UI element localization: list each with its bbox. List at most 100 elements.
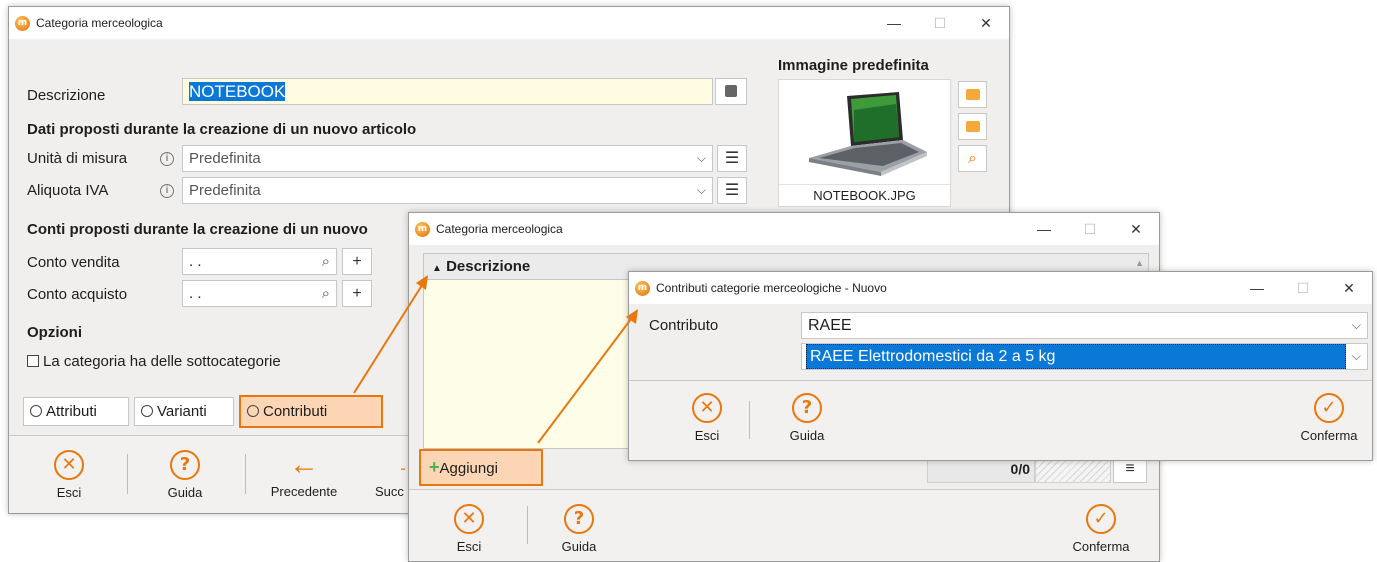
conto-acquisto-input[interactable]: . . ⌕	[182, 280, 337, 307]
app-icon: m	[15, 15, 30, 31]
chevron-down-icon: ⌵	[696, 183, 706, 197]
plus-icon: +	[429, 457, 440, 477]
list-icon: ☰	[724, 150, 740, 167]
chevron-down-icon: ⌵	[1351, 318, 1361, 332]
guida-button[interactable]: ? Guida	[155, 450, 215, 500]
descrizione-input[interactable]: NOTEBOOK	[182, 78, 713, 105]
close-icon: ✕	[54, 450, 84, 480]
translate-button[interactable]	[715, 78, 747, 105]
tab-contributi-label: Contributi	[263, 403, 328, 420]
maximize-icon[interactable]: ☐	[917, 7, 963, 39]
checkbox-icon	[27, 355, 39, 367]
info-icon[interactable]: i	[160, 152, 174, 166]
remove-image-button[interactable]	[958, 113, 987, 140]
aliquota-list-button[interactable]: ☰	[717, 177, 747, 204]
search-icon[interactable]: ⌕	[322, 249, 330, 274]
maximize-icon[interactable]: ☐	[1280, 272, 1326, 304]
close-icon[interactable]: ✕	[1326, 272, 1372, 304]
help-icon: ?	[170, 450, 200, 480]
toolbar: ✕ Esci ? Guida ✓ Conferma	[629, 380, 1372, 460]
separator	[127, 454, 128, 494]
add-image-icon	[966, 89, 980, 100]
window-title: Contributi categorie merceologiche - Nuo…	[656, 281, 887, 295]
contributo-label: Contributo	[649, 317, 719, 334]
unita-list-button[interactable]: ☰	[717, 145, 747, 172]
precedente-button[interactable]: ← Precedente	[259, 448, 349, 500]
minimize-icon[interactable]: —	[1234, 272, 1280, 304]
unita-select[interactable]: Predefinita ⌵	[182, 145, 713, 172]
esci-button[interactable]: ✕ Esci	[439, 504, 499, 554]
esci-button[interactable]: ✕ Esci	[677, 393, 737, 443]
add-conto-vendita-button[interactable]: +	[342, 248, 372, 275]
app-icon: m	[415, 221, 430, 237]
esci-label: Esci	[56, 485, 82, 500]
translate-icon	[725, 85, 737, 97]
aliquota-select[interactable]: Predefinita ⌵	[182, 177, 713, 204]
descrizione-label: Descrizione	[27, 87, 106, 104]
conto-acquisto-value: . .	[189, 285, 202, 302]
app-icon: m	[635, 280, 650, 296]
check-icon: ✓	[1314, 393, 1344, 423]
list-icon: ☰	[724, 182, 740, 199]
menu-icon: ≡	[1125, 460, 1135, 477]
aliquota-value: Predefinita	[189, 182, 261, 199]
notebook-image	[809, 92, 927, 176]
tab-varianti-label: Varianti	[157, 403, 207, 420]
contributo-select[interactable]: RAEE ⌵	[801, 312, 1368, 339]
radio-icon	[141, 405, 153, 417]
column-header-label: Descrizione	[446, 258, 531, 275]
scroll-up-icon[interactable]: ▲	[1135, 258, 1144, 268]
minimize-icon[interactable]: —	[1021, 213, 1067, 245]
descrizione-value: NOTEBOOK	[189, 82, 286, 101]
help-icon: ?	[564, 504, 594, 534]
successivo-button[interactable]: → Succ	[375, 450, 405, 499]
maximize-icon[interactable]: ☐	[1067, 213, 1113, 245]
add-conto-acquisto-button[interactable]: +	[342, 280, 372, 307]
window-controls: — ☐ ✕	[1234, 272, 1372, 304]
guida-button[interactable]: ? Guida	[549, 504, 609, 554]
remove-image-icon	[966, 121, 980, 132]
contributo-sub-select[interactable]: RAEE Elettrodomestici da 2 a 5 kg ⌵	[801, 343, 1368, 370]
conti-section-title: Conti proposti durante la creazione di u…	[27, 221, 368, 238]
tab-attributi-label: Attributi	[46, 403, 97, 420]
opzioni-section-title: Opzioni	[27, 324, 82, 341]
sottocategorie-checkbox[interactable]: La categoria ha delle sottocategorie	[27, 353, 281, 370]
conto-vendita-label: Conto vendita	[27, 254, 120, 271]
zoom-icon: ⌕	[968, 150, 977, 167]
window-title: Categoria merceologica	[436, 222, 563, 236]
conferma-button[interactable]: ✓ Conferma	[1061, 504, 1141, 554]
window-title: Categoria merceologica	[36, 16, 163, 30]
title-bar: m Categoria merceologica — ☐ ✕	[9, 7, 1009, 39]
close-icon[interactable]: ✕	[1113, 213, 1159, 245]
image-panel[interactable]: NOTEBOOK.JPG	[778, 79, 951, 207]
help-icon: ?	[792, 393, 822, 423]
window-contributi-nuovo: m Contributi categorie merceologiche - N…	[628, 271, 1373, 461]
unita-value: Predefinita	[189, 150, 261, 167]
conto-vendita-input[interactable]: . . ⌕	[182, 248, 337, 275]
zoom-image-button[interactable]: ⌕	[958, 145, 987, 172]
separator	[749, 401, 750, 439]
esci-label: Esci	[694, 428, 720, 443]
close-icon[interactable]: ✕	[963, 7, 1009, 39]
title-bar: m Categoria merceologica — ☐ ✕	[409, 213, 1159, 245]
search-icon[interactable]: ⌕	[322, 281, 330, 306]
conferma-label: Conferma	[1300, 428, 1358, 443]
arrow-left-icon: ←	[289, 448, 319, 481]
separator	[527, 506, 528, 544]
tab-varianti[interactable]: Varianti	[134, 397, 234, 426]
close-icon: ✕	[692, 393, 722, 423]
info-icon[interactable]: i	[160, 184, 174, 198]
add-image-button[interactable]	[958, 81, 987, 108]
esci-button[interactable]: ✕ Esci	[39, 450, 99, 500]
record-counter: 0/0	[1010, 461, 1030, 477]
tab-contributi[interactable]: Contributi	[239, 395, 383, 428]
conferma-button[interactable]: ✓ Conferma	[1289, 393, 1369, 443]
aliquota-label: Aliquota IVA	[27, 182, 109, 199]
minimize-icon[interactable]: —	[871, 7, 917, 39]
tab-attributi[interactable]: Attributi	[23, 397, 129, 426]
aggiungi-button[interactable]: +Aggiungi	[419, 449, 543, 486]
guida-button[interactable]: ? Guida	[777, 393, 837, 443]
guida-label: Guida	[561, 539, 597, 554]
window-controls: — ☐ ✕	[871, 7, 1009, 39]
image-filename: NOTEBOOK.JPG	[779, 184, 950, 206]
